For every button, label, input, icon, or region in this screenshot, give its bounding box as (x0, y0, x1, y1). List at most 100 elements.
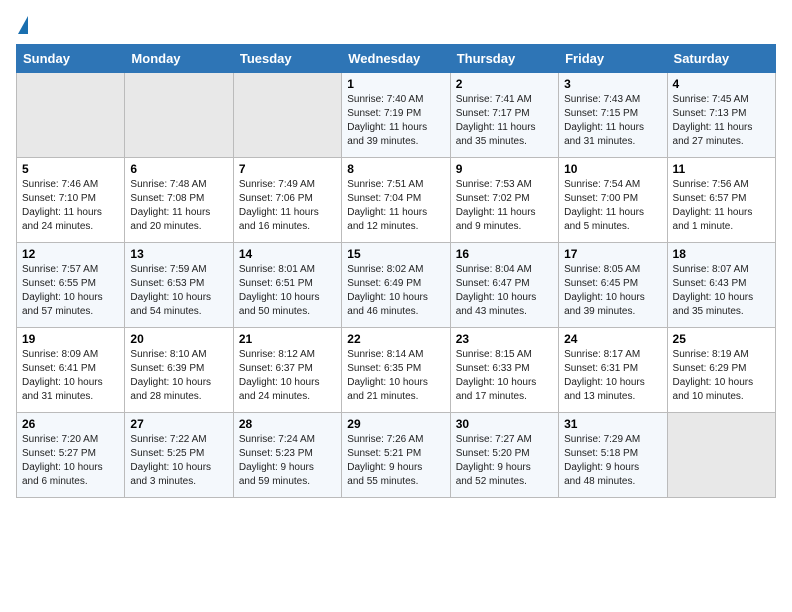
calendar-cell (233, 73, 341, 158)
day-info: Sunrise: 8:04 AM Sunset: 6:47 PM Dayligh… (456, 263, 553, 319)
day-info: Sunrise: 7:51 AM Sunset: 7:04 PM Dayligh… (347, 178, 444, 234)
calendar-cell: 3 Sunrise: 7:43 AM Sunset: 7:15 PM Daylig… (559, 73, 667, 158)
day-number: 10 (564, 162, 661, 176)
calendar-cell: 19 Sunrise: 8:09 AM Sunset: 6:41 PM Dayli… (17, 328, 125, 413)
day-info: Sunrise: 7:48 AM Sunset: 7:08 PM Dayligh… (130, 178, 227, 234)
calendar-cell: 28 Sunrise: 7:24 AM Sunset: 5:23 PM Dayli… (233, 413, 341, 498)
day-info: Sunrise: 8:19 AM Sunset: 6:29 PM Dayligh… (673, 348, 770, 404)
calendar-cell: 14 Sunrise: 8:01 AM Sunset: 6:51 PM Dayli… (233, 243, 341, 328)
calendar-cell: 25 Sunrise: 8:19 AM Sunset: 6:29 PM Dayli… (667, 328, 775, 413)
day-info: Sunrise: 7:54 AM Sunset: 7:00 PM Dayligh… (564, 178, 661, 234)
day-number: 21 (239, 332, 336, 346)
day-info: Sunrise: 7:45 AM Sunset: 7:13 PM Dayligh… (673, 93, 770, 149)
day-info: Sunrise: 8:10 AM Sunset: 6:39 PM Dayligh… (130, 348, 227, 404)
day-number: 15 (347, 247, 444, 261)
day-number: 11 (673, 162, 770, 176)
day-number: 6 (130, 162, 227, 176)
day-number: 5 (22, 162, 119, 176)
calendar-cell: 15 Sunrise: 8:02 AM Sunset: 6:49 PM Dayli… (342, 243, 450, 328)
calendar-cell: 23Sunrise: 8:15 AM Sunset: 6:33 PM Dayli… (450, 328, 558, 413)
header-friday: Friday (559, 45, 667, 73)
day-number: 13 (130, 247, 227, 261)
week-row-3: 12 Sunrise: 7:57 AM Sunset: 6:55 PM Dayli… (17, 243, 776, 328)
calendar-cell: 26 Sunrise: 7:20 AM Sunset: 5:27 PM Dayli… (17, 413, 125, 498)
calendar-cell: 12 Sunrise: 7:57 AM Sunset: 6:55 PM Dayli… (17, 243, 125, 328)
calendar-cell (17, 73, 125, 158)
day-info: Sunrise: 8:02 AM Sunset: 6:49 PM Dayligh… (347, 263, 444, 319)
calendar-cell: 24 Sunrise: 8:17 AM Sunset: 6:31 PM Dayli… (559, 328, 667, 413)
day-number: 7 (239, 162, 336, 176)
calendar-table: SundayMondayTuesdayWednesdayThursdayFrid… (16, 44, 776, 498)
day-number: 22 (347, 332, 444, 346)
day-number: 14 (239, 247, 336, 261)
day-info: Sunrise: 7:24 AM Sunset: 5:23 PM Dayligh… (239, 433, 336, 489)
day-number: 20 (130, 332, 227, 346)
calendar-cell: 16Sunrise: 8:04 AM Sunset: 6:47 PM Dayli… (450, 243, 558, 328)
calendar-header: SundayMondayTuesdayWednesdayThursdayFrid… (17, 45, 776, 73)
week-row-2: 5 Sunrise: 7:46 AM Sunset: 7:10 PM Daylig… (17, 158, 776, 243)
day-number: 4 (673, 77, 770, 91)
calendar-cell: 18 Sunrise: 8:07 AM Sunset: 6:43 PM Dayli… (667, 243, 775, 328)
calendar-cell: 13 Sunrise: 7:59 AM Sunset: 6:53 PM Dayli… (125, 243, 233, 328)
day-number: 3 (564, 77, 661, 91)
day-info: Sunrise: 7:57 AM Sunset: 6:55 PM Dayligh… (22, 263, 119, 319)
day-number: 1 (347, 77, 444, 91)
calendar-cell: 20 Sunrise: 8:10 AM Sunset: 6:39 PM Dayli… (125, 328, 233, 413)
day-info: Sunrise: 8:12 AM Sunset: 6:37 PM Dayligh… (239, 348, 336, 404)
header-wednesday: Wednesday (342, 45, 450, 73)
day-number: 12 (22, 247, 119, 261)
calendar-cell: 29Sunrise: 7:26 AM Sunset: 5:21 PM Dayli… (342, 413, 450, 498)
week-row-1: 1Sunrise: 7:40 AM Sunset: 7:19 PM Daylig… (17, 73, 776, 158)
day-number: 19 (22, 332, 119, 346)
day-number: 9 (456, 162, 553, 176)
day-info: Sunrise: 7:43 AM Sunset: 7:15 PM Dayligh… (564, 93, 661, 149)
day-info: Sunrise: 7:27 AM Sunset: 5:20 PM Dayligh… (456, 433, 553, 489)
day-info: Sunrise: 7:49 AM Sunset: 7:06 PM Dayligh… (239, 178, 336, 234)
day-number: 25 (673, 332, 770, 346)
day-number: 2 (456, 77, 553, 91)
calendar-cell: 8 Sunrise: 7:51 AM Sunset: 7:04 PM Daylig… (342, 158, 450, 243)
header-thursday: Thursday (450, 45, 558, 73)
header-monday: Monday (125, 45, 233, 73)
day-number: 27 (130, 417, 227, 431)
header-tuesday: Tuesday (233, 45, 341, 73)
day-number: 18 (673, 247, 770, 261)
day-number: 26 (22, 417, 119, 431)
day-info: Sunrise: 7:41 AM Sunset: 7:17 PM Dayligh… (456, 93, 553, 149)
calendar-cell: 4 Sunrise: 7:45 AM Sunset: 7:13 PM Daylig… (667, 73, 775, 158)
calendar-cell (125, 73, 233, 158)
logo (16, 16, 28, 32)
day-info: Sunrise: 7:26 AM Sunset: 5:21 PM Dayligh… (347, 433, 444, 489)
calendar-cell (667, 413, 775, 498)
calendar-cell: 11 Sunrise: 7:56 AM Sunset: 6:57 PM Dayli… (667, 158, 775, 243)
day-number: 31 (564, 417, 661, 431)
day-number: 17 (564, 247, 661, 261)
calendar-cell: 2 Sunrise: 7:41 AM Sunset: 7:17 PM Daylig… (450, 73, 558, 158)
day-info: Sunrise: 8:14 AM Sunset: 6:35 PM Dayligh… (347, 348, 444, 404)
calendar-cell: 27 Sunrise: 7:22 AM Sunset: 5:25 PM Dayli… (125, 413, 233, 498)
day-info: Sunrise: 7:56 AM Sunset: 6:57 PM Dayligh… (673, 178, 770, 234)
day-info: Sunrise: 7:29 AM Sunset: 5:18 PM Dayligh… (564, 433, 661, 489)
day-number: 23 (456, 332, 553, 346)
page-header (16, 16, 776, 32)
day-info: Sunrise: 8:07 AM Sunset: 6:43 PM Dayligh… (673, 263, 770, 319)
day-number: 28 (239, 417, 336, 431)
day-info: Sunrise: 7:46 AM Sunset: 7:10 PM Dayligh… (22, 178, 119, 234)
calendar-cell: 30Sunrise: 7:27 AM Sunset: 5:20 PM Dayli… (450, 413, 558, 498)
calendar-cell: 9 Sunrise: 7:53 AM Sunset: 7:02 PM Daylig… (450, 158, 558, 243)
day-number: 8 (347, 162, 444, 176)
week-row-5: 26 Sunrise: 7:20 AM Sunset: 5:27 PM Dayli… (17, 413, 776, 498)
day-info: Sunrise: 7:59 AM Sunset: 6:53 PM Dayligh… (130, 263, 227, 319)
day-info: Sunrise: 8:17 AM Sunset: 6:31 PM Dayligh… (564, 348, 661, 404)
day-info: Sunrise: 8:09 AM Sunset: 6:41 PM Dayligh… (22, 348, 119, 404)
calendar-cell: 22 Sunrise: 8:14 AM Sunset: 6:35 PM Dayli… (342, 328, 450, 413)
day-number: 24 (564, 332, 661, 346)
logo-triangle-icon (18, 16, 28, 34)
day-info: Sunrise: 7:53 AM Sunset: 7:02 PM Dayligh… (456, 178, 553, 234)
day-info: Sunrise: 7:20 AM Sunset: 5:27 PM Dayligh… (22, 433, 119, 489)
calendar-cell: 31 Sunrise: 7:29 AM Sunset: 5:18 PM Dayli… (559, 413, 667, 498)
day-info: Sunrise: 7:22 AM Sunset: 5:25 PM Dayligh… (130, 433, 227, 489)
calendar-cell: 6 Sunrise: 7:48 AM Sunset: 7:08 PM Daylig… (125, 158, 233, 243)
day-info: Sunrise: 8:01 AM Sunset: 6:51 PM Dayligh… (239, 263, 336, 319)
header-saturday: Saturday (667, 45, 775, 73)
